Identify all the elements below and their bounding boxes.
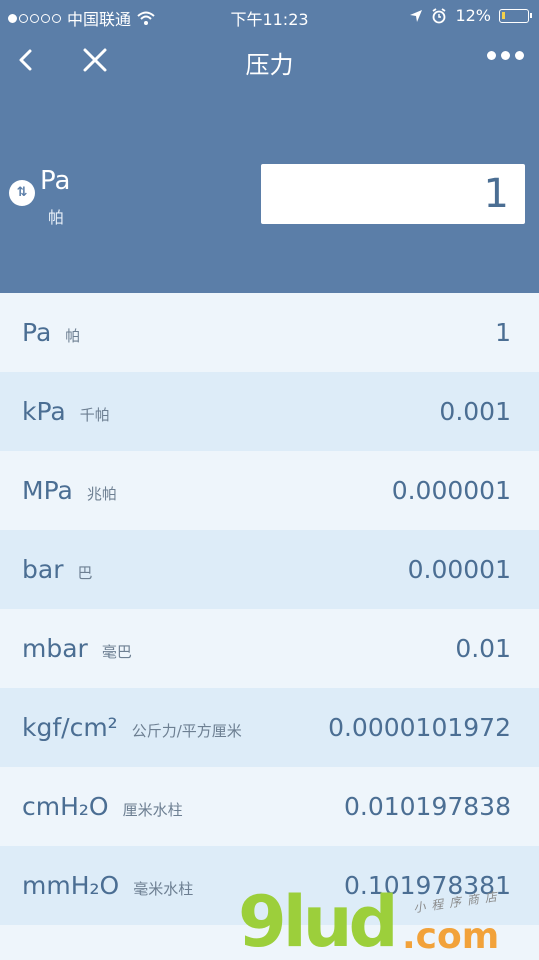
unit-name: 公斤力/平方厘米 (131, 722, 242, 740)
header: 中国联通 下午11:23 12% 压力 ⇅ Pa 帕 1 (0, 0, 539, 293)
selected-unit-symbol[interactable]: Pa (40, 166, 70, 196)
unit-symbol: kPa (22, 397, 66, 426)
list-item[interactable]: cmH₂O 厘米水柱 0.010197838 (0, 767, 539, 846)
unit-symbol: Pa (22, 318, 52, 347)
unit-name: 兆帕 (86, 485, 117, 503)
list-item[interactable]: mbar 毫巴 0.01 (0, 609, 539, 688)
unit-symbol: cmH₂O (22, 792, 109, 821)
swap-unit-icon[interactable]: ⇅ (9, 180, 35, 206)
location-arrow-icon (410, 9, 423, 22)
unit-value: 1 (495, 318, 511, 347)
list-item[interactable]: MPa 兆帕 0.000001 (0, 451, 539, 530)
unit-value: 0.01 (455, 634, 511, 663)
nav-bar: 压力 (0, 35, 539, 85)
unit-name: 毫米水柱 (133, 880, 194, 898)
status-bar: 中国联通 下午11:23 12% (0, 0, 539, 30)
list-item[interactable]: kPa 千帕 0.001 (0, 372, 539, 451)
status-right: 12% (409, 6, 532, 25)
unit-symbol: mbar (22, 634, 88, 663)
unit-name: 巴 (77, 564, 93, 582)
more-dots-icon[interactable] (487, 51, 524, 60)
unit-name: 毫巴 (101, 643, 132, 661)
unit-symbol: MPa (22, 476, 73, 505)
value-input[interactable] (261, 164, 525, 224)
unit-value: 0.010197838 (343, 792, 511, 821)
list-item[interactable]: bar 巴 0.00001 (0, 530, 539, 609)
unit-name: 帕 (65, 327, 81, 345)
back-chevron-icon[interactable] (12, 43, 42, 77)
list-item[interactable]: mmH₂O 毫米水柱 0.101978381 (0, 846, 539, 925)
unit-value: 0.001 (439, 397, 511, 426)
battery-level-fill (502, 11, 505, 19)
unit-symbol: kgf/cm² (22, 713, 118, 742)
battery-icon (499, 8, 532, 23)
unit-name: 厘米水柱 (122, 801, 183, 819)
unit-value: 0.000001 (391, 476, 511, 505)
selected-unit-name: 帕 (48, 208, 65, 227)
unit-value: 0.00001 (407, 555, 511, 584)
unit-value: 0.101978381 (343, 871, 511, 900)
unit-symbol: mmH₂O (22, 871, 120, 900)
unit-value: 0.0000101972 (328, 713, 511, 742)
unit-name: 千帕 (79, 406, 110, 424)
list-item[interactable]: kgf/cm² 公斤力/平方厘米 0.0000101972 (0, 688, 539, 767)
conversion-list: Pa 帕 1 kPa 千帕 0.001 MPa 兆帕 0.000001 bar … (0, 293, 539, 925)
battery-percent: 12% (455, 6, 491, 25)
close-icon[interactable] (80, 43, 110, 77)
unit-symbol: bar (22, 555, 64, 584)
list-item[interactable]: Pa 帕 1 (0, 293, 539, 372)
alarm-clock-icon (432, 7, 446, 23)
